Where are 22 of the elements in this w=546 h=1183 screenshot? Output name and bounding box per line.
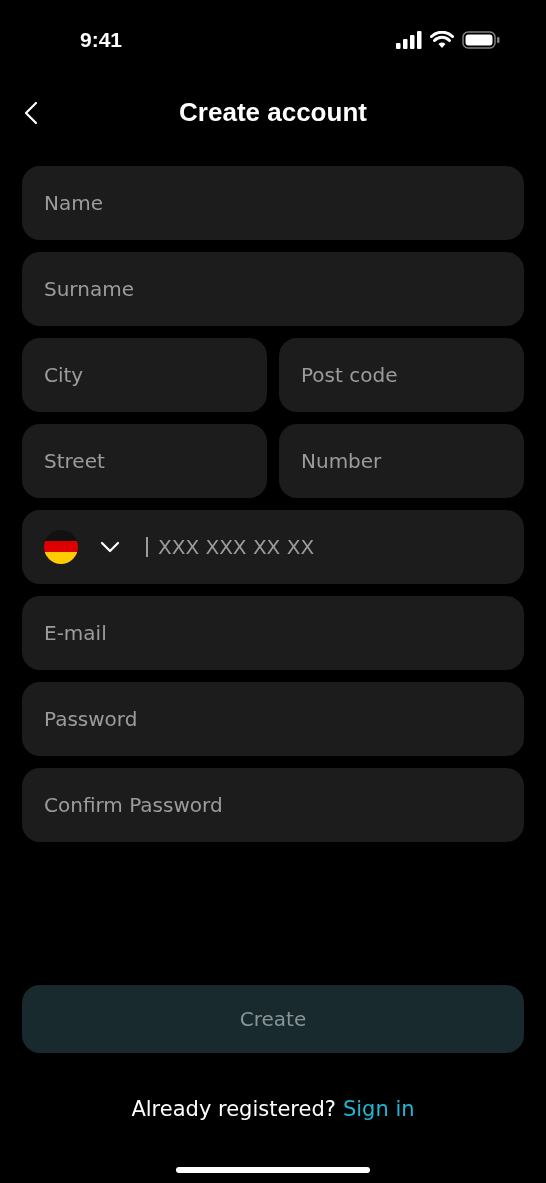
input-field[interactable]: Confirm Password xyxy=(22,768,524,842)
input-field[interactable]: Surname xyxy=(22,252,524,326)
text-cursor xyxy=(146,537,148,557)
screen-title: Create account xyxy=(179,96,367,128)
back-button[interactable] xyxy=(22,100,40,126)
sign-in-link[interactable]: Sign in xyxy=(342,1097,415,1121)
battery-icon xyxy=(462,31,500,49)
input-field[interactable]: Post code xyxy=(279,338,524,412)
phone-field[interactable]: XXX XXX XX XX xyxy=(22,510,524,584)
input-field[interactable]: Street xyxy=(22,424,267,498)
status-time: 9:41 xyxy=(80,28,123,52)
chevron-down-icon xyxy=(100,541,120,553)
footer-text: Already registered? xyxy=(131,1097,336,1121)
flag-icon xyxy=(44,530,78,564)
input-field[interactable]: Name xyxy=(22,166,524,240)
input-field[interactable]: Number xyxy=(279,424,524,498)
input-field[interactable]: City xyxy=(22,338,267,412)
wifi-icon xyxy=(430,31,454,49)
input-field[interactable]: Password xyxy=(22,682,524,756)
phone-number-input[interactable]: XXX XXX XX XX xyxy=(158,535,502,559)
input-field[interactable]: E-mail xyxy=(22,596,524,670)
signal-icon xyxy=(396,31,422,49)
